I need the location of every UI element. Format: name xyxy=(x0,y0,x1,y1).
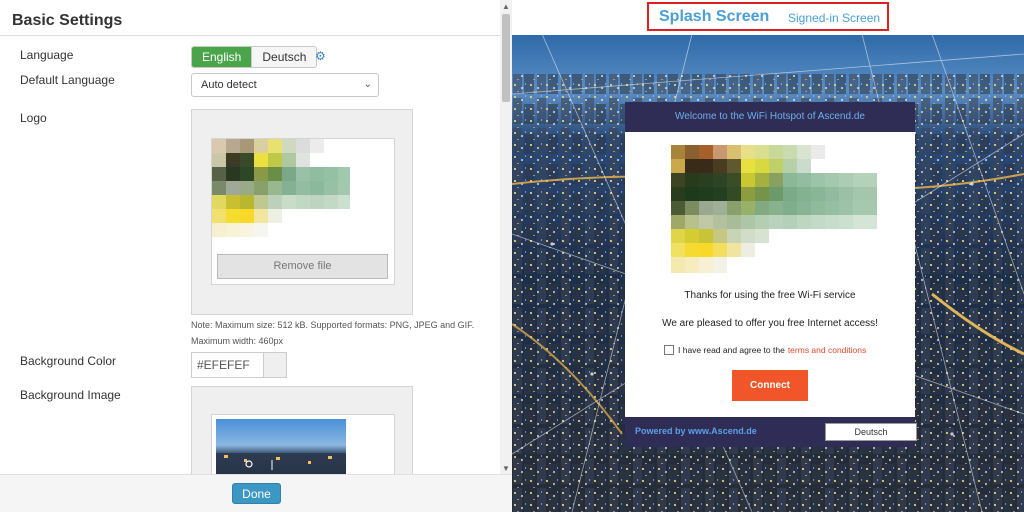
default-language-label: Default Language xyxy=(20,73,115,87)
gear-icon[interactable]: ⚙ xyxy=(315,50,327,62)
background-image-upload-box[interactable] xyxy=(191,386,413,494)
card-language-button[interactable]: Deutsch xyxy=(825,423,917,441)
logo-upload-box[interactable]: Remove file xyxy=(191,109,413,315)
remove-file-button[interactable]: Remove file xyxy=(217,254,388,279)
terms-row: I have read and agree to the terms and c… xyxy=(664,345,866,355)
settings-title: Basic Settings xyxy=(12,12,123,29)
language-english-button[interactable]: English xyxy=(192,47,252,67)
splash-preview: Splash Screen Signed-in Screen Welcome t… xyxy=(512,0,1024,512)
logo-note: Note: Maximum size: 512 kB. Supported fo… xyxy=(191,320,475,346)
arrow-up-icon[interactable]: ▲ xyxy=(502,2,510,11)
settings-scrollbar[interactable]: ▲ ▼ xyxy=(500,0,512,474)
chevron-down-icon: ⌄ xyxy=(363,79,372,90)
background-color-swatch[interactable] xyxy=(264,353,286,377)
card-footer: Powered by www.Ascend.de Deutsch xyxy=(625,417,917,447)
background-color-value[interactable]: #EFEFEF xyxy=(192,353,264,377)
language-toggle: English Deutsch xyxy=(191,46,318,68)
background-image-label: Background Image xyxy=(20,388,121,402)
default-language-select[interactable]: Auto detect ⌄ xyxy=(191,73,379,97)
title-divider xyxy=(0,35,500,36)
tab-signed-in-screen[interactable]: Signed-in Screen xyxy=(788,11,880,25)
background-color-label: Background Color xyxy=(20,354,117,368)
tab-splash-screen[interactable]: Splash Screen xyxy=(659,8,769,26)
terms-agree-text: I have read and agree to the xyxy=(678,345,785,355)
thanks-text: Thanks for using the free Wi-Fi service xyxy=(684,290,856,301)
offer-text: We are pleased to offer you free Interne… xyxy=(662,318,878,329)
language-label: Language xyxy=(20,48,74,62)
arrow-down-icon[interactable]: ▼ xyxy=(502,464,510,473)
background-thumbnail xyxy=(216,419,346,477)
logo-image xyxy=(212,139,350,237)
default-language-value: Auto detect xyxy=(201,79,257,91)
connect-button[interactable]: Connect xyxy=(732,370,808,401)
terms-link[interactable]: terms and conditions xyxy=(788,345,866,355)
scrollbar-thumb[interactable] xyxy=(502,14,510,102)
background-color-field[interactable]: #EFEFEF xyxy=(191,352,287,378)
terms-checkbox[interactable] xyxy=(664,345,674,355)
logo-label: Logo xyxy=(20,111,47,125)
settings-panel: Basic Settings Language English Deutsch … xyxy=(0,0,512,512)
card-logo xyxy=(671,145,877,273)
language-deutsch-button[interactable]: Deutsch xyxy=(251,47,317,67)
powered-by-link[interactable]: Powered by www.Ascend.de xyxy=(635,426,757,436)
splash-card: Welcome to the WiFi Hotspot of Ascend.de xyxy=(625,102,917,447)
card-header: Welcome to the WiFi Hotspot of Ascend.de xyxy=(625,102,915,132)
done-button[interactable]: Done xyxy=(232,483,281,504)
logo-preview: Remove file xyxy=(211,138,395,285)
